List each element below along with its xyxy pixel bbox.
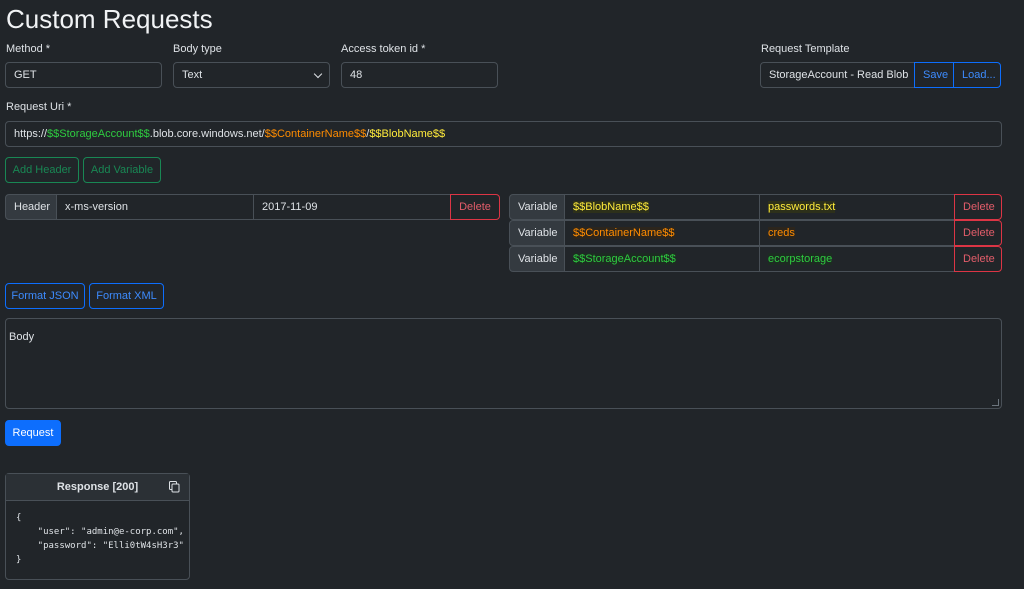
uri-label: Request Uri *: [6, 101, 72, 113]
token-label: Access token id *: [341, 43, 426, 55]
body-type-value: Text: [182, 69, 203, 81]
variable-name: $$ContainerName$$: [573, 227, 675, 239]
token-input[interactable]: 48: [341, 62, 498, 88]
variable-value: creds: [768, 227, 795, 239]
variable-addon: Variable: [509, 220, 565, 246]
variable-value-input[interactable]: creds: [759, 220, 955, 246]
body-placeholder: Body: [9, 331, 35, 343]
variable-value: passwords.txt: [768, 201, 836, 213]
variable-value: ecorpstorage: [768, 253, 833, 265]
add-variable-button[interactable]: Add Variable: [83, 157, 161, 183]
uri-part: .blob.core.windows.net/: [149, 128, 265, 140]
response-line: {: [16, 513, 22, 523]
variable-name: $$BlobName$$: [573, 201, 649, 213]
variable-row: Variable $$StorageAccount$$ ecorpstorage…: [509, 246, 1002, 272]
header-value-input[interactable]: 2017-11-09: [253, 194, 451, 220]
template-group: StorageAccount - Read Blob Save Load...: [760, 62, 1001, 88]
variable-row: Variable $$BlobName$$ passwords.txt Dele…: [509, 194, 1002, 220]
response-body: { "user": "admin@e-corp.com", "password"…: [6, 501, 189, 577]
uri-var-storage-account: $$StorageAccount$$: [47, 128, 150, 140]
method-input[interactable]: GET: [5, 62, 162, 88]
body-textarea[interactable]: Body: [5, 318, 1002, 409]
uri-part: https://: [14, 128, 48, 140]
uri-input[interactable]: https://$$StorageAccount$$.blob.core.win…: [5, 121, 1002, 147]
load-template-button[interactable]: Load...: [953, 62, 1001, 88]
copy-icon[interactable]: [169, 481, 180, 493]
variable-addon: Variable: [509, 194, 565, 220]
format-json-button[interactable]: Format JSON: [5, 283, 85, 309]
chevron-down-icon: [313, 69, 323, 79]
response-line: }: [16, 555, 22, 565]
variable-addon: Variable: [509, 246, 565, 272]
body-type-select[interactable]: Text: [173, 62, 330, 88]
response-card: Response [200] { "user": "admin@e-corp.c…: [5, 473, 190, 580]
uri-var-blob-name: $$BlobName$$: [369, 128, 446, 140]
variable-name-input[interactable]: $$StorageAccount$$: [564, 246, 760, 272]
request-button[interactable]: Request: [5, 420, 61, 446]
variable-row: Variable $$ContainerName$$ creds Delete: [509, 220, 1002, 246]
resize-handle[interactable]: [992, 399, 999, 406]
method-label: Method *: [6, 43, 51, 55]
template-label: Request Template: [761, 43, 850, 55]
response-line: "password": "Elli0tW4sH3r3": [16, 541, 184, 551]
page-title: Custom Requests: [6, 4, 213, 34]
header-addon: Header: [5, 194, 57, 220]
response-title: Response [200]: [56, 481, 139, 493]
variable-name: $$StorageAccount$$: [573, 253, 676, 265]
delete-variable-button[interactable]: Delete: [954, 246, 1002, 272]
response-line: "user": "admin@e-corp.com",: [16, 527, 184, 537]
variable-value-input[interactable]: passwords.txt: [759, 194, 955, 220]
variable-value-input[interactable]: ecorpstorage: [759, 246, 955, 272]
delete-header-button[interactable]: Delete: [450, 194, 500, 220]
header-name-input[interactable]: x-ms-version: [56, 194, 254, 220]
variable-name-input[interactable]: $$ContainerName$$: [564, 220, 760, 246]
uri-var-container-name: $$ContainerName$$: [264, 128, 367, 140]
format-xml-button[interactable]: Format XML: [89, 283, 164, 309]
add-header-button[interactable]: Add Header: [5, 157, 79, 183]
delete-variable-button[interactable]: Delete: [954, 194, 1002, 220]
header-row: Header x-ms-version 2017-11-09 Delete: [5, 194, 500, 220]
delete-variable-button[interactable]: Delete: [954, 220, 1002, 246]
save-template-button[interactable]: Save: [914, 62, 954, 88]
response-header: Response [200]: [6, 474, 189, 501]
body-type-label: Body type: [173, 43, 222, 55]
template-select[interactable]: StorageAccount - Read Blob: [760, 62, 915, 88]
variable-name-input[interactable]: $$BlobName$$: [564, 194, 760, 220]
